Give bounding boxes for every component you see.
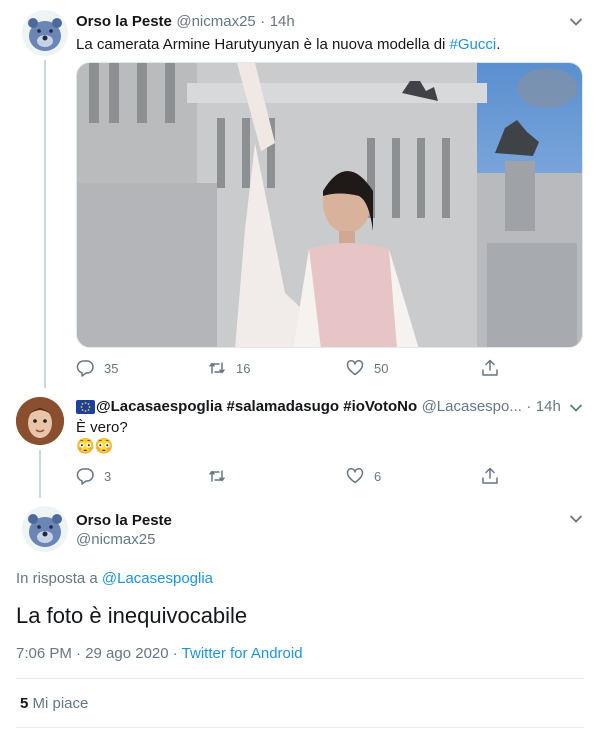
reply-to-link[interactable]: @Lacasespoglia — [102, 570, 213, 587]
avatar[interactable] — [22, 506, 68, 552]
retweet-button[interactable]: 16 — [208, 359, 250, 377]
hashtag-link[interactable]: #Gucci — [450, 36, 497, 53]
reply-icon — [76, 360, 94, 377]
heart-icon — [346, 468, 364, 484]
likes-label: Mi piace — [32, 695, 89, 712]
heart-icon — [346, 360, 364, 376]
bear-avatar-icon — [28, 514, 62, 547]
avatar[interactable] — [16, 397, 64, 445]
chevron-down-icon[interactable] — [569, 15, 583, 29]
reply-count: 35 — [104, 360, 119, 376]
retweet-count: 16 — [236, 360, 251, 376]
reply-button[interactable]: 35 — [76, 359, 118, 377]
share-icon — [482, 467, 498, 484]
thread-line — [44, 60, 46, 388]
handle[interactable]: @Lacasespo... — [422, 398, 522, 415]
timestamp[interactable]: 14h — [536, 398, 561, 415]
display-name[interactable]: @Lacasaespoglia #salamadasugo #ioVotoNo — [96, 398, 417, 415]
emoji-text: 😳😳 — [76, 438, 114, 455]
retweet-icon — [209, 362, 225, 374]
separator-dot: · — [526, 398, 532, 415]
tweet-meta: 7:06 PM · 29 ago 2020 · Twitter for Andr… — [16, 645, 303, 662]
like-button[interactable]: 6 — [346, 467, 381, 485]
avatar[interactable] — [22, 10, 68, 56]
main-tweet-text: La foto è inequivocabile — [16, 603, 248, 628]
likes-stat[interactable]: 5 Mi piace — [20, 695, 88, 712]
display-name[interactable]: Orso la Peste — [76, 512, 172, 529]
tweet-header: Orso la Peste @nicmax25 · 14h — [76, 13, 295, 31]
share-button[interactable] — [481, 359, 499, 377]
tweet-header: @Lacasaespoglia #salamadasugo #ioVotoNo … — [76, 398, 561, 416]
tweet-photo[interactable] — [76, 62, 583, 348]
reply-button[interactable]: 3 — [76, 467, 111, 485]
timestamp[interactable]: 14h — [270, 13, 295, 30]
share-icon — [482, 359, 498, 376]
display-name[interactable]: Orso la Peste — [76, 13, 172, 30]
thread-line — [39, 450, 41, 498]
handle[interactable]: @nicmax25 — [76, 531, 155, 548]
main-timestamp[interactable]: 7:06 PM · 29 ago 2020 · — [16, 645, 182, 662]
divider — [16, 678, 584, 679]
retweet-icon — [209, 470, 225, 482]
like-count: 50 — [374, 360, 389, 376]
handle[interactable]: @nicmax25 — [176, 13, 255, 30]
likes-count: 5 — [20, 695, 29, 712]
source-link[interactable]: Twitter for Android — [182, 645, 303, 662]
chevron-down-icon[interactable] — [569, 401, 583, 415]
portrait-avatar-icon — [16, 397, 64, 445]
reply-context: In risposta a @Lacasespoglia — [16, 570, 214, 587]
chevron-down-icon[interactable] — [569, 512, 583, 526]
tweet-text: È vero? — [76, 419, 128, 436]
separator-dot: · — [260, 13, 266, 30]
reply-icon — [76, 468, 94, 485]
photo-image — [77, 63, 582, 347]
like-button[interactable]: 50 — [346, 359, 388, 377]
divider — [16, 727, 584, 728]
retweet-button[interactable] — [208, 467, 236, 485]
reply-count: 3 — [104, 468, 112, 484]
eu-flag-icon — [76, 400, 95, 414]
share-button[interactable] — [481, 467, 499, 485]
tweet-text: La camerata Armine Harutyunyan è la nuov… — [76, 36, 501, 53]
like-count: 6 — [374, 468, 382, 484]
bear-avatar-icon — [28, 18, 62, 51]
